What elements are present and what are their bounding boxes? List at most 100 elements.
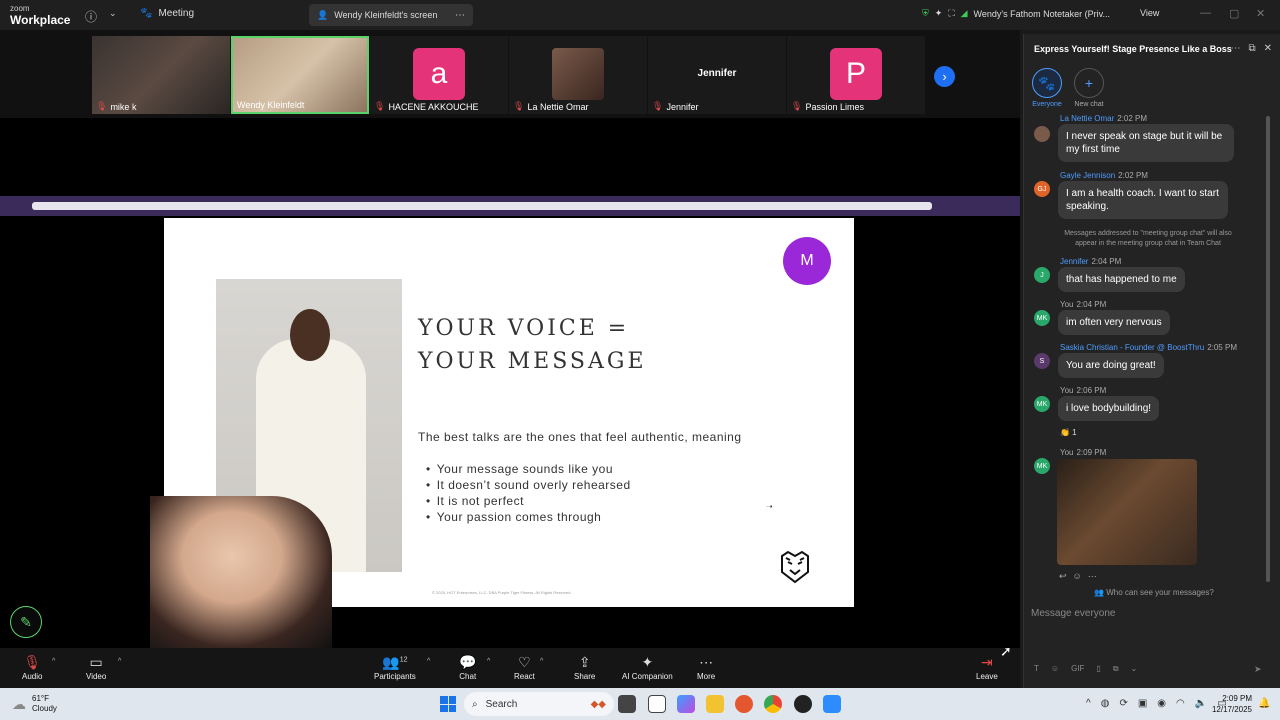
share-button[interactable]: ⇪ Share bbox=[574, 654, 595, 681]
chat-bubble-icon: 💬 bbox=[459, 654, 477, 670]
ai-companion-button[interactable]: ✦ AI Companion bbox=[622, 654, 673, 681]
more-options-icon[interactable]: ⋯ bbox=[455, 10, 465, 21]
volume-icon[interactable]: 🔈 bbox=[1195, 698, 1207, 709]
maximize-icon[interactable]: ▢ bbox=[1229, 7, 1239, 20]
avatar: P bbox=[830, 48, 882, 100]
slide-bullet-list: Your message sounds like you It doesn’t … bbox=[426, 461, 631, 525]
tab-everyone[interactable]: 🐾 Everyone bbox=[1032, 68, 1062, 108]
chevron-up-icon[interactable]: ^ bbox=[487, 658, 490, 665]
participant-tile-la-nettie[interactable]: 🎙 La Nettie Omar bbox=[509, 36, 647, 114]
message-bubble: i love bodybuilding! bbox=[1058, 396, 1160, 421]
gif-image[interactable] bbox=[1057, 459, 1197, 565]
sender-name: You bbox=[1060, 300, 1074, 309]
participant-name: Jennifer bbox=[666, 101, 699, 112]
sender-name: La Nettie Omar bbox=[1060, 114, 1115, 123]
chevron-up-icon[interactable]: ^ bbox=[540, 658, 543, 665]
file-icon[interactable]: ▯ bbox=[1096, 664, 1100, 674]
slide-bullet: It is not perfect bbox=[426, 493, 631, 509]
participant-tile-jennifer[interactable]: Jennifer 🎙 Jennifer bbox=[648, 36, 786, 114]
chevron-down-icon[interactable]: ⌄ bbox=[1131, 664, 1138, 674]
taskbar-clock[interactable]: 2:09 PM 12/17/2025 bbox=[1208, 693, 1252, 715]
paw-icon: 🐾 bbox=[140, 8, 153, 19]
chevron-up-icon[interactable]: ^ bbox=[52, 658, 55, 665]
more-button[interactable]: ⋯ More bbox=[697, 654, 715, 681]
participant-tile-mike[interactable]: 🎙 mike k bbox=[92, 36, 230, 114]
close-icon[interactable]: ✕ bbox=[1264, 43, 1272, 54]
presenter-avatar-letter: M bbox=[800, 252, 814, 269]
screenshot-icon[interactable]: ⧉ bbox=[1113, 664, 1119, 674]
arrow-icon: ➝ bbox=[766, 502, 773, 511]
tab-new-chat[interactable]: + New chat bbox=[1074, 68, 1104, 108]
firefox-icon[interactable] bbox=[735, 695, 753, 713]
reply-icon[interactable]: ↩ bbox=[1059, 571, 1067, 582]
format-text-icon[interactable]: T bbox=[1034, 664, 1039, 674]
participants-button[interactable]: 👥12 Participants bbox=[374, 654, 416, 681]
notetaker-indicator[interactable]: ⛨ ✦ ⛶ ◢ Wendy's Fathom Notetaker (Priv..… bbox=[922, 8, 1110, 19]
chat-scrollbar[interactable] bbox=[1266, 116, 1270, 582]
people-icon: 👥 bbox=[1094, 588, 1104, 597]
participant-tile-passion[interactable]: P 🎙 Passion Limes bbox=[787, 36, 925, 114]
ai-sparkle-icon[interactable]: ✦ bbox=[935, 8, 943, 19]
chevron-up-icon[interactable]: ^ bbox=[1086, 698, 1091, 709]
screen-share-tab[interactable]: 👤 Wendy Kleinfeldt's screen ⋯ bbox=[309, 4, 473, 26]
file-explorer-icon[interactable] bbox=[706, 695, 724, 713]
mouse-cursor-icon: ➚ bbox=[1000, 643, 1012, 659]
video-button[interactable]: ▭ Video bbox=[86, 654, 106, 681]
windows-taskbar: ☁ 61°F Cloudy ⌕ Search ◆◆ ^ ◍ ⟳ ▣ ◉ ◠ 🔈 ▭… bbox=[0, 688, 1280, 720]
who-can-see-link[interactable]: 👥 Who can see your messages? bbox=[1094, 588, 1214, 597]
message-time: 2:05 PM bbox=[1207, 343, 1237, 352]
app-icon[interactable] bbox=[618, 695, 636, 713]
search-icon: ⌕ bbox=[472, 698, 478, 710]
tray-app-icon[interactable]: ◍ bbox=[1101, 698, 1110, 709]
tray-app-icon[interactable]: ◉ bbox=[1157, 698, 1166, 709]
audio-button[interactable]: 🎙 Audio bbox=[22, 654, 42, 681]
gif-button[interactable]: GIF bbox=[1071, 664, 1084, 674]
logo-workplace-text: Workplace bbox=[10, 13, 71, 27]
weather-temp: 61°F bbox=[32, 694, 49, 703]
slide-title-line1: YOUR VOICE = bbox=[418, 316, 630, 341]
info-icon[interactable]: ⓘ bbox=[85, 8, 97, 25]
weather-widget[interactable]: ☁ 61°F Cloudy bbox=[12, 694, 57, 714]
participant-tile-hacene[interactable]: a 🎙 HACENE AKKOUCHE bbox=[370, 36, 508, 114]
wifi-icon[interactable]: ◠ bbox=[1176, 698, 1185, 709]
slide-title: YOUR VOICE = YOUR MESSAGE bbox=[418, 312, 647, 378]
chevron-down-icon[interactable]: ⌄ bbox=[109, 8, 117, 19]
emoji-icon[interactable]: ☺ bbox=[1051, 664, 1059, 674]
file-icon[interactable] bbox=[648, 695, 666, 713]
view-button[interactable]: View bbox=[1140, 8, 1159, 18]
copilot-icon[interactable] bbox=[677, 695, 695, 713]
taskbar-search-label: Search bbox=[485, 698, 518, 710]
annotate-pen-icon[interactable]: ✎ bbox=[10, 606, 42, 638]
chevron-up-icon[interactable]: ^ bbox=[118, 658, 121, 665]
emoji-add-icon[interactable]: ☺ bbox=[1073, 571, 1082, 582]
send-icon[interactable]: ➤ bbox=[1254, 664, 1262, 675]
chevron-up-icon[interactable]: ^ bbox=[427, 658, 430, 665]
app-icon[interactable] bbox=[794, 695, 812, 713]
reaction-badge[interactable]: 👏 1 bbox=[1060, 428, 1077, 437]
minimize-icon[interactable]: — bbox=[1200, 7, 1211, 19]
taskbar-search[interactable]: ⌕ Search ◆◆ bbox=[464, 692, 614, 716]
weather-condition: Cloudy bbox=[32, 704, 57, 713]
more-options-icon[interactable]: ⋯ bbox=[1230, 43, 1240, 54]
leave-button[interactable]: ⇥ Leave bbox=[976, 654, 998, 681]
fullscreen-icon[interactable]: ⛶ bbox=[948, 8, 954, 19]
avatar-initials: S bbox=[1039, 357, 1045, 365]
zoom-icon[interactable] bbox=[823, 695, 841, 713]
chat-button[interactable]: 💬 Chat bbox=[459, 654, 476, 681]
close-icon[interactable]: ✕ bbox=[1256, 7, 1265, 20]
next-page-arrow-icon[interactable]: › bbox=[934, 66, 955, 87]
slide-intro: The best talks are the ones that feel au… bbox=[418, 430, 742, 444]
windows-start-icon[interactable] bbox=[440, 696, 456, 712]
meeting-tab[interactable]: 🐾 Meeting bbox=[140, 8, 194, 19]
more-options-icon[interactable]: ⋯ bbox=[1088, 571, 1097, 582]
popout-icon[interactable]: ⧉ bbox=[1248, 43, 1255, 54]
tray-app-icon[interactable]: ▣ bbox=[1138, 698, 1147, 709]
react-button[interactable]: ♡ React bbox=[514, 654, 535, 681]
participant-tile-wendy[interactable]: Wendy Kleinfeldt bbox=[231, 36, 369, 114]
tray-sync-icon[interactable]: ⟳ bbox=[1119, 698, 1127, 709]
message-input[interactable]: Message everyone bbox=[1031, 608, 1116, 619]
shield-check-icon: ⛨ bbox=[922, 8, 929, 18]
chrome-icon[interactable] bbox=[764, 695, 782, 713]
avatar: a bbox=[413, 48, 465, 100]
notification-bell-icon[interactable]: 🔔 bbox=[1258, 698, 1270, 709]
